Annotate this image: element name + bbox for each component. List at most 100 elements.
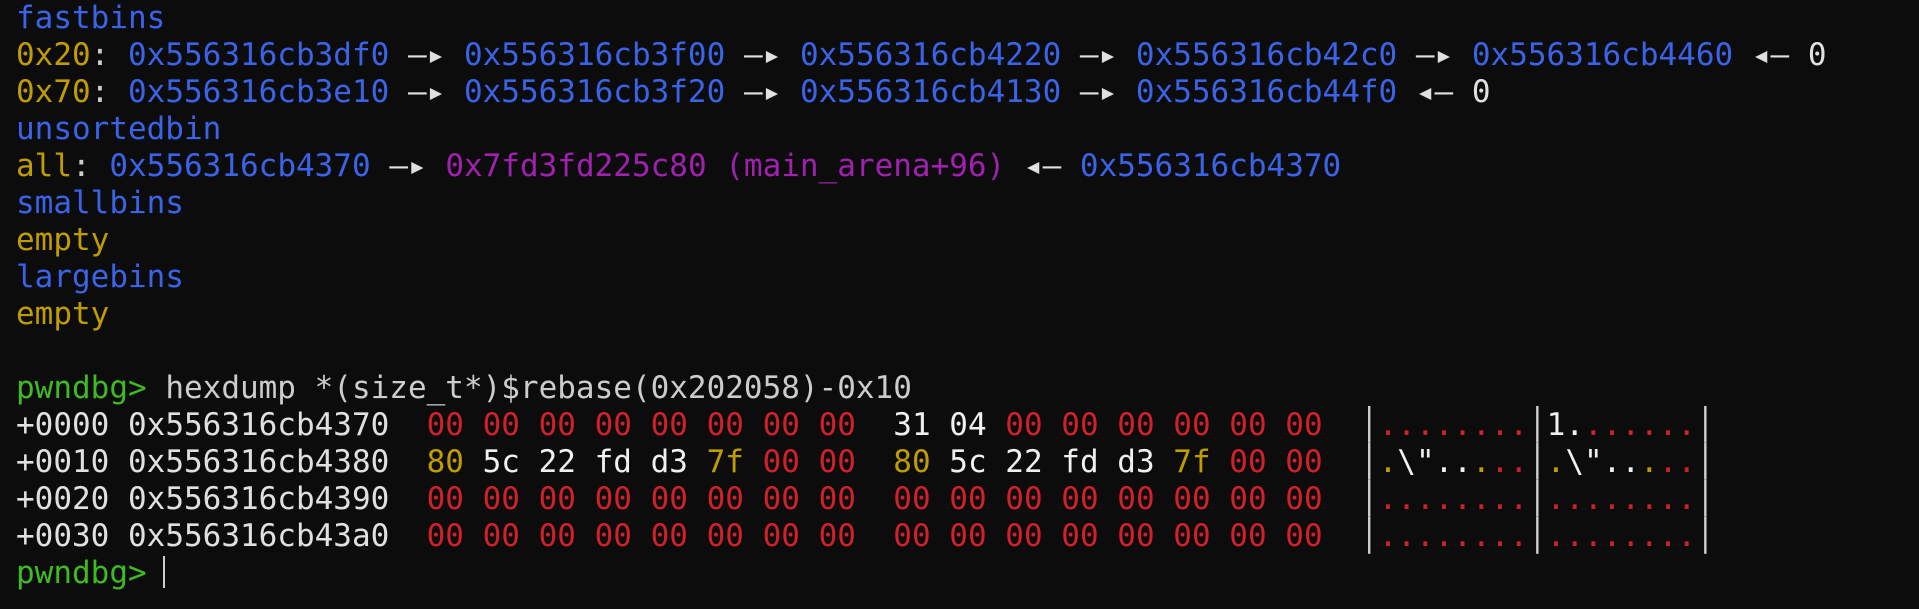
ascii-char: . [1434, 407, 1454, 443]
ascii-char: . [1621, 444, 1641, 480]
ascii-char: . [1490, 444, 1510, 480]
hex-byte: 00 [1229, 407, 1267, 443]
ascii-char: \ [1397, 444, 1416, 480]
hex-byte: fd [1061, 444, 1099, 480]
hex-byte: 00 [706, 481, 744, 517]
ascii-char: . [1546, 518, 1566, 554]
arrow-icon: —▸ [389, 148, 427, 184]
chain-terminal: 0 [1471, 74, 1491, 110]
hex-byte: 00 [949, 481, 987, 517]
hex-byte: 00 [1117, 481, 1155, 517]
unsortedbin-last: 0x556316cb4370 [1079, 148, 1342, 184]
unsortedbin-first: 0x556316cb4370 [109, 148, 371, 184]
ascii-char: . [1584, 481, 1603, 517]
hex-byte: 00 [818, 444, 856, 480]
hex-byte: 5c [949, 444, 987, 480]
terminal-window[interactable]: fastbins 0x20: 0x556316cb3df0 —▸ 0x55631… [0, 0, 1919, 592]
chunk-address: 0x556316cb42c0 [1135, 37, 1398, 73]
chunk-address: 0x556316cb4130 [799, 74, 1062, 110]
ascii-char: . [1509, 407, 1528, 443]
ascii-char: . [1471, 518, 1491, 554]
ascii-char: . [1677, 407, 1697, 443]
largebins-empty: empty [16, 296, 110, 332]
hex-byte: fd [594, 444, 632, 480]
hex-byte: 00 [426, 407, 464, 443]
ascii-char: . [1640, 518, 1659, 554]
ascii-char: " [1415, 444, 1435, 480]
ascii-char: . [1434, 481, 1454, 517]
hex-byte: 00 [893, 518, 931, 554]
ascii-char: . [1640, 407, 1659, 443]
hex-byte: 00 [818, 407, 856, 443]
arrow-icon: —▸ [1415, 37, 1454, 73]
hex-byte: 31 [893, 407, 931, 443]
ascii-char: . [1453, 444, 1472, 480]
ascii-char: . [1415, 481, 1435, 517]
ascii-char: . [1658, 518, 1678, 554]
back-arrow-icon: ◂— [1023, 148, 1062, 184]
ascii-char: . [1397, 407, 1416, 443]
hex-byte: 00 [650, 518, 688, 554]
hex-byte: 00 [1285, 407, 1323, 443]
ascii-char: . [1490, 407, 1510, 443]
input-line[interactable]: pwndbg> [16, 555, 1919, 592]
hex-byte: 00 [1061, 481, 1099, 517]
chunk-address: 0x556316cb3df0 [128, 37, 390, 73]
command-line: pwndbg> hexdump *(size_t*)$rebase(0x2020… [16, 370, 1919, 407]
fastbins-header: fastbins [16, 0, 1919, 37]
back-arrow-icon: ◂— [1751, 37, 1790, 73]
hex-byte: 00 [1285, 481, 1323, 517]
arrow-icon: —▸ [1079, 74, 1118, 110]
hex-byte: 00 [1229, 481, 1267, 517]
ascii-char: . [1640, 481, 1659, 517]
ascii-char: . [1490, 518, 1510, 554]
ascii-char: . [1546, 481, 1566, 517]
ascii-char: . [1602, 444, 1622, 480]
unsortedbin-key: all [16, 148, 72, 184]
arrow-icon: —▸ [407, 37, 446, 73]
ascii-char: . [1453, 481, 1472, 517]
hex-byte: 00 [1005, 407, 1043, 443]
hex-byte: 00 [594, 518, 632, 554]
hexdump-offset: +0020 [16, 481, 110, 517]
hex-byte: 00 [538, 407, 576, 443]
ascii-char: . [1677, 518, 1697, 554]
ascii-char: . [1397, 481, 1416, 517]
ascii-char: . [1565, 481, 1584, 517]
smallbins-value: empty [16, 222, 1919, 259]
hex-byte: 80 [893, 444, 931, 480]
hexdump-address: 0x556316cb4380 [128, 444, 390, 480]
smallbins-empty: empty [16, 222, 110, 258]
hex-byte: 00 [1173, 518, 1211, 554]
unsortedbin-row: all: 0x556316cb4370 —▸ 0x7fd3fd225c80 (m… [16, 148, 1342, 184]
ascii-char: . [1640, 444, 1659, 480]
hexdump-offset: +0030 [16, 518, 110, 554]
ascii-char: . [1378, 444, 1398, 480]
hex-byte: 00 [1229, 518, 1267, 554]
fastbin-row: 0x70: 0x556316cb3e10 —▸ 0x556316cb3f20 —… [16, 74, 1919, 111]
fastbin-row: 0x20: 0x556316cb3df0 —▸ 0x556316cb3f00 —… [16, 37, 1919, 74]
chunk-address: 0x556316cb3f00 [463, 37, 726, 73]
hex-byte: 00 [818, 481, 856, 517]
final-prompt: pwndbg> [16, 555, 147, 591]
chunk-address: 0x556316cb4220 [799, 37, 1062, 73]
hex-byte: 00 [1173, 481, 1211, 517]
ascii-char: . [1602, 518, 1622, 554]
hex-byte: 00 [1285, 518, 1323, 554]
fastbin-size: 0x20 [16, 37, 91, 73]
ascii-char: . [1658, 407, 1678, 443]
hex-byte: 80 [426, 444, 464, 480]
command-text: hexdump *(size_t*)$rebase(0x202058)-0x10 [165, 370, 912, 406]
hex-byte: 00 [1117, 407, 1155, 443]
chunk-address: 0x556316cb4460 [1471, 37, 1734, 73]
hex-byte: 00 [893, 481, 931, 517]
hex-byte: 00 [650, 481, 688, 517]
ascii-char: . [1509, 481, 1528, 517]
text-cursor[interactable] [162, 556, 165, 588]
hex-byte: 00 [482, 407, 520, 443]
ascii-char: . [1621, 518, 1641, 554]
hex-byte: d3 [650, 444, 688, 480]
hexdump-offset: +0000 [16, 407, 110, 443]
hex-byte: 00 [949, 518, 987, 554]
